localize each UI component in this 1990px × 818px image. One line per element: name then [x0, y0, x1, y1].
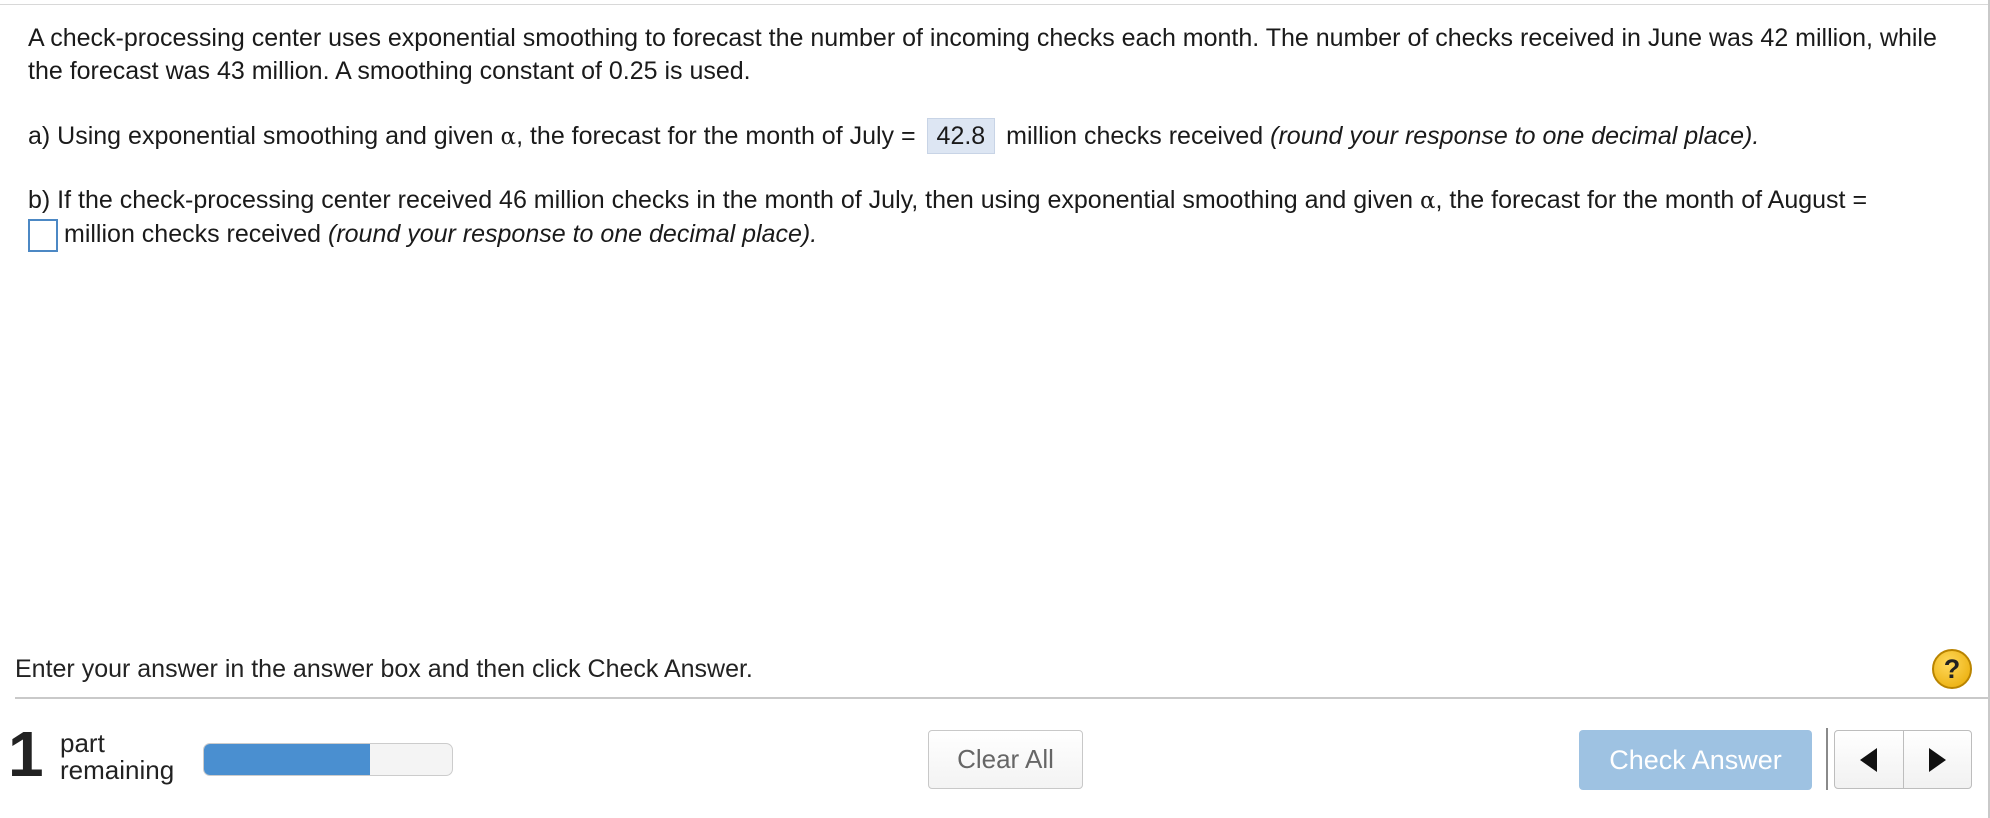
part-a-middle: , the forecast for the month of July =	[516, 122, 923, 150]
alpha-symbol: α	[500, 124, 517, 150]
top-divider	[0, 4, 1990, 5]
progress-fill	[204, 744, 371, 775]
part-a-note: (round your response to one decimal plac…	[1270, 122, 1760, 150]
question-area: A check-processing center uses exponenti…	[28, 22, 1963, 252]
help-button[interactable]: ?	[1932, 649, 1972, 689]
parts-label-line2: remaining	[60, 755, 175, 785]
part-b-middle: , the forecast for the month of August =	[1435, 186, 1868, 214]
part-a-prefix: a) Using exponential smoothing and given	[28, 122, 501, 150]
footer-divider	[15, 697, 1990, 699]
previous-button[interactable]	[1835, 731, 1904, 788]
next-button[interactable]	[1904, 731, 1972, 788]
arrow-left-icon	[1860, 747, 1878, 772]
part-b-answer-input[interactable]	[28, 218, 58, 252]
question-intro: A check-processing center uses exponenti…	[28, 24, 1937, 85]
parts-label-line1: part	[60, 728, 105, 758]
part-b-suffix: million checks received	[64, 220, 328, 248]
part-a-suffix: million checks received	[999, 122, 1271, 150]
question-nav	[1834, 730, 1972, 789]
alpha-symbol: α	[1419, 188, 1436, 214]
parts-remaining-label: part remaining	[60, 730, 174, 784]
parts-remaining-count: 1	[8, 718, 44, 790]
check-answer-button[interactable]: Check Answer	[1579, 730, 1812, 790]
arrow-right-icon	[1928, 747, 1946, 772]
progress-bar	[203, 743, 453, 776]
nav-divider	[1826, 728, 1828, 790]
instructions-text: Enter your answer in the answer box and …	[15, 655, 753, 683]
part-b-note: (round your response to one decimal plac…	[328, 220, 818, 248]
clear-all-button[interactable]: Clear All	[928, 730, 1083, 789]
part-b-prefix: b) If the check-processing center receiv…	[28, 186, 1420, 214]
part-b: b) If the check-processing center receiv…	[28, 184, 1963, 252]
part-a-answer[interactable]: 42.8	[926, 118, 996, 154]
part-a: a) Using exponential smoothing and given…	[28, 118, 1963, 154]
